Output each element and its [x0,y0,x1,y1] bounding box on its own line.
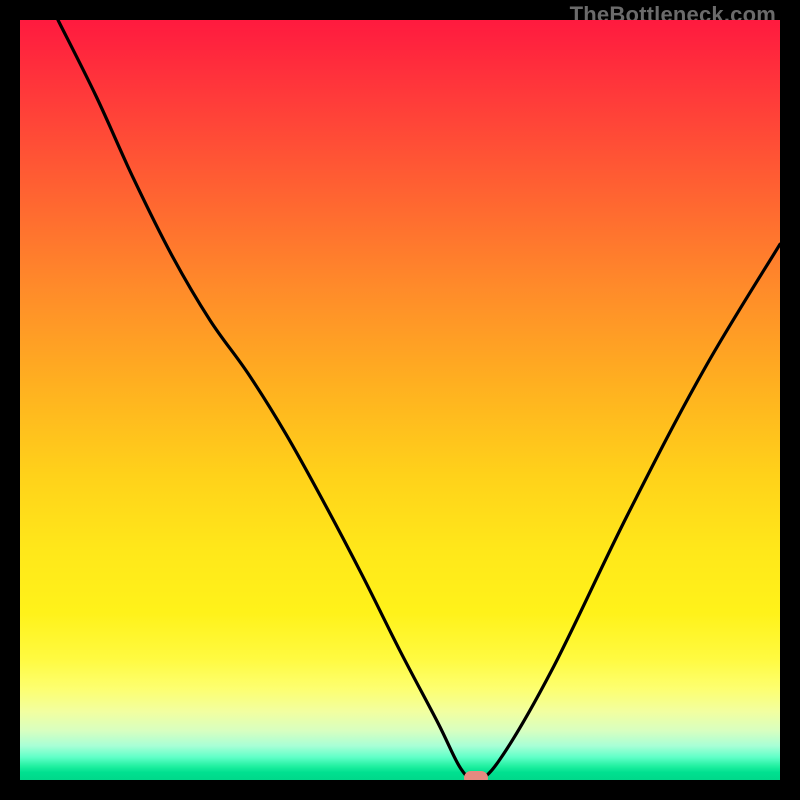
chart-frame: TheBottleneck.com [0,0,800,800]
gradient-background [20,20,780,780]
plot-area [20,20,780,780]
optimal-point-marker [464,771,488,780]
